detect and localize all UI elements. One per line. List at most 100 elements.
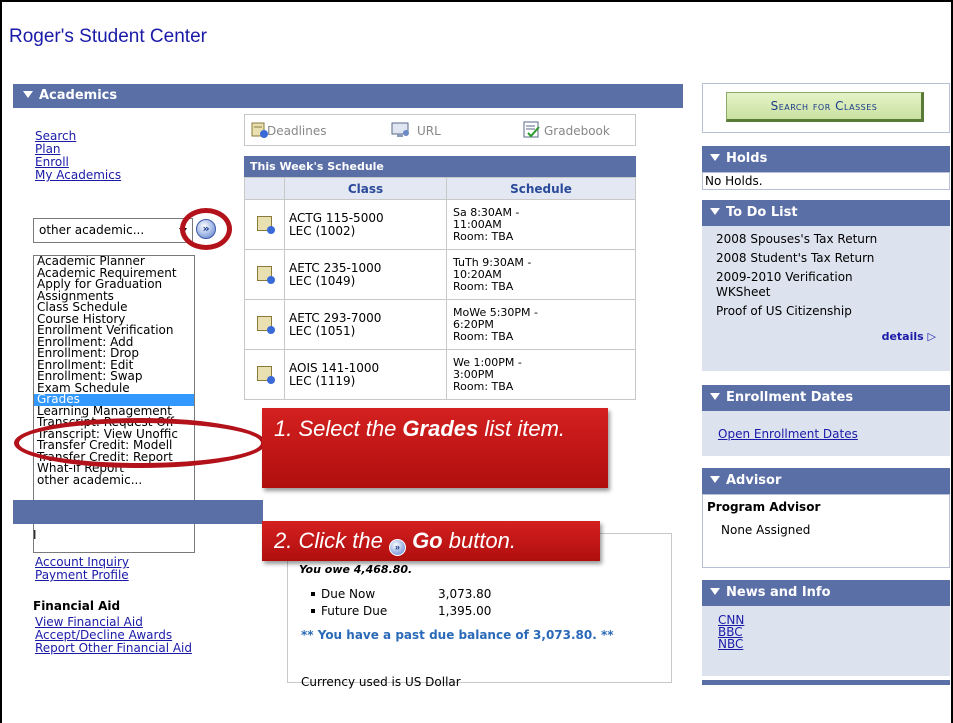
callout-2-text: 2. Click the [274,528,389,553]
table-row: AETC 235-1000 LEC (1049) TuTh 9:30AM -10:… [244,249,636,300]
financial-aid-links: View Financial Aid Accept/Decline Awards… [35,616,192,655]
callout-1-bold: Grades [402,416,479,441]
calendar-icon[interactable] [244,349,285,400]
search-for-classes-button[interactable]: Search for Classes [726,92,924,122]
calendar-icon[interactable] [244,249,285,300]
schedule-cell: Sa 8:30AM -11:00AM Room: TBA [446,199,636,250]
todo-panel: 2008 Spouses's Tax Return 2008 Student's… [702,226,950,371]
finances-partial-text: I [33,528,37,542]
table-row: AOIS 141-1000 LEC (1119) We 1:00PM -3:00P… [244,349,636,400]
todo-item[interactable]: 2008 Spouses's Tax Return [716,232,936,247]
next-section-header [702,680,950,685]
enrollment-dates-title: Enrollment Dates [726,390,854,405]
callout-1-text: 1. Select the [274,416,403,441]
class-cell: ACTG 115-5000 LEC (1002) [284,199,447,250]
todo-header[interactable]: To Do List [702,200,950,226]
gradebook-icon[interactable] [523,121,541,139]
news-panel: CNN BBC NBC [702,606,950,676]
gradebook-link[interactable]: Gradebook [544,124,610,138]
schedule-time: MoWe 5:30PM - [453,305,539,319]
collapse-triangle-icon[interactable] [710,154,720,161]
go-button-icon: » [388,539,406,556]
cnn-link[interactable]: CNN [718,614,934,626]
schedule-cell: TuTh 9:30AM -10:20AM Room: TBA [446,249,636,300]
url-icon[interactable] [391,121,409,139]
due-now-value: 3,073.80 [438,587,492,601]
calendar-icon[interactable] [244,199,285,250]
payment-profile-link[interactable]: Payment Profile [35,569,129,582]
instruction-callout-1: 1. Select the Grades list item. [262,408,608,488]
details-label: details [881,330,924,343]
report-other-financial-aid-link[interactable]: Report Other Financial Aid [35,642,192,655]
class-code: AETC 293-7000 [289,310,382,325]
todo-item[interactable]: Proof of US Citizenship [716,304,936,319]
deadlines-link[interactable]: Deadlines [267,124,327,138]
todo-item-cont[interactable]: WKSheet [716,285,936,300]
schedule-room: Room: TBA [453,279,514,293]
instruction-callout-2: 2. Click the » Go button. [262,521,600,561]
collapse-triangle-icon[interactable] [710,588,720,595]
finance-links: Account Inquiry Payment Profile [35,556,129,582]
holds-panel: No Holds. [702,172,950,190]
academics-toolbar: Deadlines URL Gradebook [244,114,636,146]
table-row: AETC 293-7000 LEC (1051) MoWe 5:30PM -6:2… [244,299,636,350]
future-due-value: 1,395.00 [438,604,492,618]
finances-header[interactable] [13,500,263,524]
my-academics-link[interactable]: My Academics [35,169,121,182]
holds-header[interactable]: Holds [702,146,950,172]
bbc-link[interactable]: BBC [718,626,934,638]
todo-title: To Do List [726,205,798,220]
schedule-table: Class Schedule ACTG 115-5000 LEC (1002) S… [244,177,636,400]
search-button-label: Search for Classes [770,99,878,113]
todo-item[interactable]: 2009-2010 Verification [716,270,936,285]
select-value: other academic... [39,223,145,237]
collapse-triangle-icon[interactable] [710,393,720,400]
schedule-cell: MoWe 5:30PM -6:20PM Room: TBA [446,299,636,350]
advisor-value: None Assigned [721,523,811,537]
list-option[interactable]: other academic... [34,474,194,487]
schedule-cell: We 1:00PM -3:00PM Room: TBA [446,349,636,400]
academics-title: Academics [39,88,118,103]
program-advisor-label: Program Advisor [707,500,821,514]
due-now-label: Due Now [321,587,376,601]
class-section: LEC (1119) [289,373,356,388]
todo-item[interactable]: 2008 Student's Tax Return [716,251,936,266]
open-enrollment-dates-link[interactable]: Open Enrollment Dates [718,427,858,441]
schedule-column-header: Schedule [446,177,636,200]
class-code: AOIS 141-1000 [289,360,380,375]
news-title: News and Info [726,585,831,600]
future-due-row: Future Due [311,604,387,618]
enrollment-dates-header[interactable]: Enrollment Dates [702,385,950,411]
academics-select[interactable]: other academic... [33,218,193,243]
schedule-time-end: 3:00PM [453,367,494,381]
class-code: ACTG 115-5000 [289,210,384,225]
schedule-time-end: 6:20PM [453,317,494,331]
due-now-row: Due Now [311,587,375,601]
arrow-right-icon: ▷ [927,330,936,343]
currency-note: Currency used is US Dollar [301,675,461,689]
bullet-icon [311,609,315,613]
enrollment-dates-panel: Open Enrollment Dates [702,411,950,456]
holds-title: Holds [726,151,768,166]
schedule-time-end: 10:20AM [453,267,502,281]
calendar-icon[interactable] [244,299,285,350]
schedule-time: TuTh 9:30AM - [453,255,532,269]
todo-details-link[interactable]: details ▷ [716,329,936,344]
nbc-link[interactable]: NBC [718,638,934,650]
collapse-triangle-icon[interactable] [23,91,33,98]
future-due-label: Future Due [321,604,388,618]
advisor-panel: Program Advisor None Assigned [702,494,950,568]
collapse-triangle-icon[interactable] [710,476,720,483]
icon-column-header [244,177,285,200]
academics-header[interactable]: Academics [13,84,683,108]
news-header[interactable]: News and Info [702,580,950,606]
table-row: ACTG 115-5000 LEC (1002) Sa 8:30AM -11:00… [244,199,636,250]
class-cell: AETC 235-1000 LEC (1049) [284,249,447,300]
collapse-triangle-icon[interactable] [710,208,720,215]
class-cell: AOIS 141-1000 LEC (1119) [284,349,447,400]
advisor-header[interactable]: Advisor [702,468,950,494]
url-link[interactable]: URL [417,124,441,138]
class-section: LEC (1049) [289,273,356,288]
schedule-header: This Week's Schedule [244,156,636,177]
holds-text: No Holds. [705,174,763,188]
